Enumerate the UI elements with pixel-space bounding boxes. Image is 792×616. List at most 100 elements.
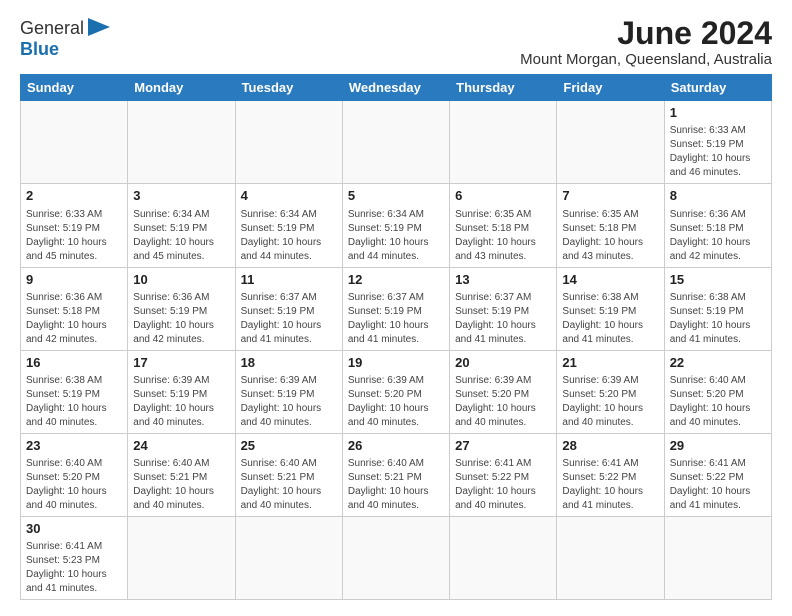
day-number: 24	[133, 437, 229, 455]
calendar-cell	[664, 517, 771, 600]
day-info: Sunrise: 6:36 AM Sunset: 5:18 PM Dayligh…	[26, 291, 122, 347]
calendar-cell: 16 Sunrise: 6:38 AM Sunset: 5:19 PM Dayli…	[21, 350, 128, 433]
day-number: 2	[26, 187, 122, 205]
day-number: 22	[670, 354, 766, 372]
calendar-cell	[450, 517, 557, 600]
logo-general-text: General	[20, 19, 84, 39]
calendar-cell	[342, 517, 449, 600]
column-header-monday: Monday	[128, 75, 235, 101]
day-number: 10	[133, 271, 229, 289]
day-number: 23	[26, 437, 122, 455]
calendar-cell	[342, 101, 449, 184]
logo-triangle-icon	[88, 18, 110, 36]
calendar-week-row: 30 Sunrise: 6:41 AM Sunset: 5:23 PM Dayli…	[21, 517, 772, 600]
calendar-header-row: SundayMondayTuesdayWednesdayThursdayFrid…	[21, 75, 772, 101]
day-number: 14	[562, 271, 658, 289]
calendar-cell: 15Sunrise: 6:38 AM Sunset: 5:19 PM Dayli…	[664, 267, 771, 350]
calendar-cell	[128, 517, 235, 600]
calendar-cell: 17Sunrise: 6:39 AM Sunset: 5:19 PM Dayli…	[128, 350, 235, 433]
day-info: Sunrise: 6:41 AM Sunset: 5:22 PM Dayligh…	[670, 457, 766, 513]
calendar-week-row: 16 Sunrise: 6:38 AM Sunset: 5:19 PM Dayli…	[21, 350, 772, 433]
calendar-cell	[21, 101, 128, 184]
calendar-cell: 11 Sunrise: 6:37 AM Sunset: 5:19 PM Dayli…	[235, 267, 342, 350]
calendar-cell: 1 Sunrise: 6:33 AM Sunset: 5:19 PM Daylig…	[664, 101, 771, 184]
calendar-cell: 6 Sunrise: 6:35 AM Sunset: 5:18 PM Daylig…	[450, 184, 557, 267]
day-info: Sunrise: 6:39 AM Sunset: 5:19 PM Dayligh…	[241, 374, 337, 430]
day-number: 30	[26, 520, 122, 538]
calendar-cell: 9 Sunrise: 6:36 AM Sunset: 5:18 PM Daylig…	[21, 267, 128, 350]
day-number: 19	[348, 354, 444, 372]
day-info: Sunrise: 6:39 AM Sunset: 5:20 PM Dayligh…	[348, 374, 444, 430]
title-block: June 2024 Mount Morgan, Queensland, Aust…	[520, 16, 772, 68]
day-info: Sunrise: 6:37 AM Sunset: 5:19 PM Dayligh…	[348, 291, 444, 347]
calendar-cell: 12 Sunrise: 6:37 AM Sunset: 5:19 PM Dayli…	[342, 267, 449, 350]
calendar-cell: 14Sunrise: 6:38 AM Sunset: 5:19 PM Dayli…	[557, 267, 664, 350]
day-info: Sunrise: 6:35 AM Sunset: 5:18 PM Dayligh…	[455, 208, 551, 264]
day-info: Sunrise: 6:41 AM Sunset: 5:22 PM Dayligh…	[562, 457, 658, 513]
day-info: Sunrise: 6:38 AM Sunset: 5:19 PM Dayligh…	[26, 374, 122, 430]
logo: General Blue	[20, 16, 110, 60]
month-year-title: June 2024	[520, 16, 772, 51]
day-info: Sunrise: 6:37 AM Sunset: 5:19 PM Dayligh…	[241, 291, 337, 347]
day-number: 7	[562, 187, 658, 205]
calendar-cell: 10 Sunrise: 6:36 AM Sunset: 5:19 PM Dayli…	[128, 267, 235, 350]
day-info: Sunrise: 6:40 AM Sunset: 5:21 PM Dayligh…	[133, 457, 229, 513]
day-number: 12	[348, 271, 444, 289]
calendar-cell: 26 Sunrise: 6:40 AM Sunset: 5:21 PM Dayli…	[342, 433, 449, 516]
day-info: Sunrise: 6:36 AM Sunset: 5:19 PM Dayligh…	[133, 291, 229, 347]
calendar-cell: 5 Sunrise: 6:34 AM Sunset: 5:19 PM Daylig…	[342, 184, 449, 267]
day-number: 9	[26, 271, 122, 289]
day-number: 4	[241, 187, 337, 205]
calendar-week-row: 2 Sunrise: 6:33 AM Sunset: 5:19 PM Daylig…	[21, 184, 772, 267]
day-number: 28	[562, 437, 658, 455]
day-info: Sunrise: 6:40 AM Sunset: 5:21 PM Dayligh…	[241, 457, 337, 513]
day-number: 15	[670, 271, 766, 289]
logo-blue-text: Blue	[20, 39, 110, 60]
day-number: 25	[241, 437, 337, 455]
calendar-cell	[128, 101, 235, 184]
day-info: Sunrise: 6:40 AM Sunset: 5:20 PM Dayligh…	[670, 374, 766, 430]
calendar-cell: 13Sunrise: 6:37 AM Sunset: 5:19 PM Dayli…	[450, 267, 557, 350]
day-info: Sunrise: 6:33 AM Sunset: 5:19 PM Dayligh…	[670, 124, 766, 180]
day-info: Sunrise: 6:34 AM Sunset: 5:19 PM Dayligh…	[348, 208, 444, 264]
day-number: 18	[241, 354, 337, 372]
calendar-week-row: 9 Sunrise: 6:36 AM Sunset: 5:18 PM Daylig…	[21, 267, 772, 350]
column-header-thursday: Thursday	[450, 75, 557, 101]
calendar-cell: 21 Sunrise: 6:39 AM Sunset: 5:20 PM Dayli…	[557, 350, 664, 433]
day-info: Sunrise: 6:37 AM Sunset: 5:19 PM Dayligh…	[455, 291, 551, 347]
day-info: Sunrise: 6:39 AM Sunset: 5:20 PM Dayligh…	[562, 374, 658, 430]
day-number: 21	[562, 354, 658, 372]
day-info: Sunrise: 6:33 AM Sunset: 5:19 PM Dayligh…	[26, 208, 122, 264]
calendar-cell: 20 Sunrise: 6:39 AM Sunset: 5:20 PM Dayli…	[450, 350, 557, 433]
calendar-week-row: 23Sunrise: 6:40 AM Sunset: 5:20 PM Dayli…	[21, 433, 772, 516]
calendar-cell: 25 Sunrise: 6:40 AM Sunset: 5:21 PM Dayli…	[235, 433, 342, 516]
calendar-cell: 27Sunrise: 6:41 AM Sunset: 5:22 PM Dayli…	[450, 433, 557, 516]
calendar-cell	[557, 101, 664, 184]
calendar-cell: 23Sunrise: 6:40 AM Sunset: 5:20 PM Dayli…	[21, 433, 128, 516]
day-number: 11	[241, 271, 337, 289]
day-number: 6	[455, 187, 551, 205]
calendar-cell: 24 Sunrise: 6:40 AM Sunset: 5:21 PM Dayli…	[128, 433, 235, 516]
day-number: 20	[455, 354, 551, 372]
header: General Blue June 2024 Mount Morgan, Que…	[20, 16, 772, 68]
day-info: Sunrise: 6:41 AM Sunset: 5:23 PM Dayligh…	[26, 540, 122, 596]
calendar-table: SundayMondayTuesdayWednesdayThursdayFrid…	[20, 74, 772, 600]
day-number: 16	[26, 354, 122, 372]
calendar-week-row: 1 Sunrise: 6:33 AM Sunset: 5:19 PM Daylig…	[21, 101, 772, 184]
day-info: Sunrise: 6:41 AM Sunset: 5:22 PM Dayligh…	[455, 457, 551, 513]
calendar-cell: 29Sunrise: 6:41 AM Sunset: 5:22 PM Dayli…	[664, 433, 771, 516]
calendar-cell: 18 Sunrise: 6:39 AM Sunset: 5:19 PM Dayli…	[235, 350, 342, 433]
day-number: 26	[348, 437, 444, 455]
day-info: Sunrise: 6:39 AM Sunset: 5:20 PM Dayligh…	[455, 374, 551, 430]
day-number: 3	[133, 187, 229, 205]
day-info: Sunrise: 6:36 AM Sunset: 5:18 PM Dayligh…	[670, 208, 766, 264]
day-number: 1	[670, 104, 766, 122]
day-info: Sunrise: 6:39 AM Sunset: 5:19 PM Dayligh…	[133, 374, 229, 430]
day-number: 5	[348, 187, 444, 205]
calendar-cell: 30 Sunrise: 6:41 AM Sunset: 5:23 PM Dayli…	[21, 517, 128, 600]
calendar-body: 1 Sunrise: 6:33 AM Sunset: 5:19 PM Daylig…	[21, 101, 772, 600]
day-info: Sunrise: 6:40 AM Sunset: 5:21 PM Dayligh…	[348, 457, 444, 513]
calendar-cell	[450, 101, 557, 184]
column-header-friday: Friday	[557, 75, 664, 101]
day-number: 8	[670, 187, 766, 205]
